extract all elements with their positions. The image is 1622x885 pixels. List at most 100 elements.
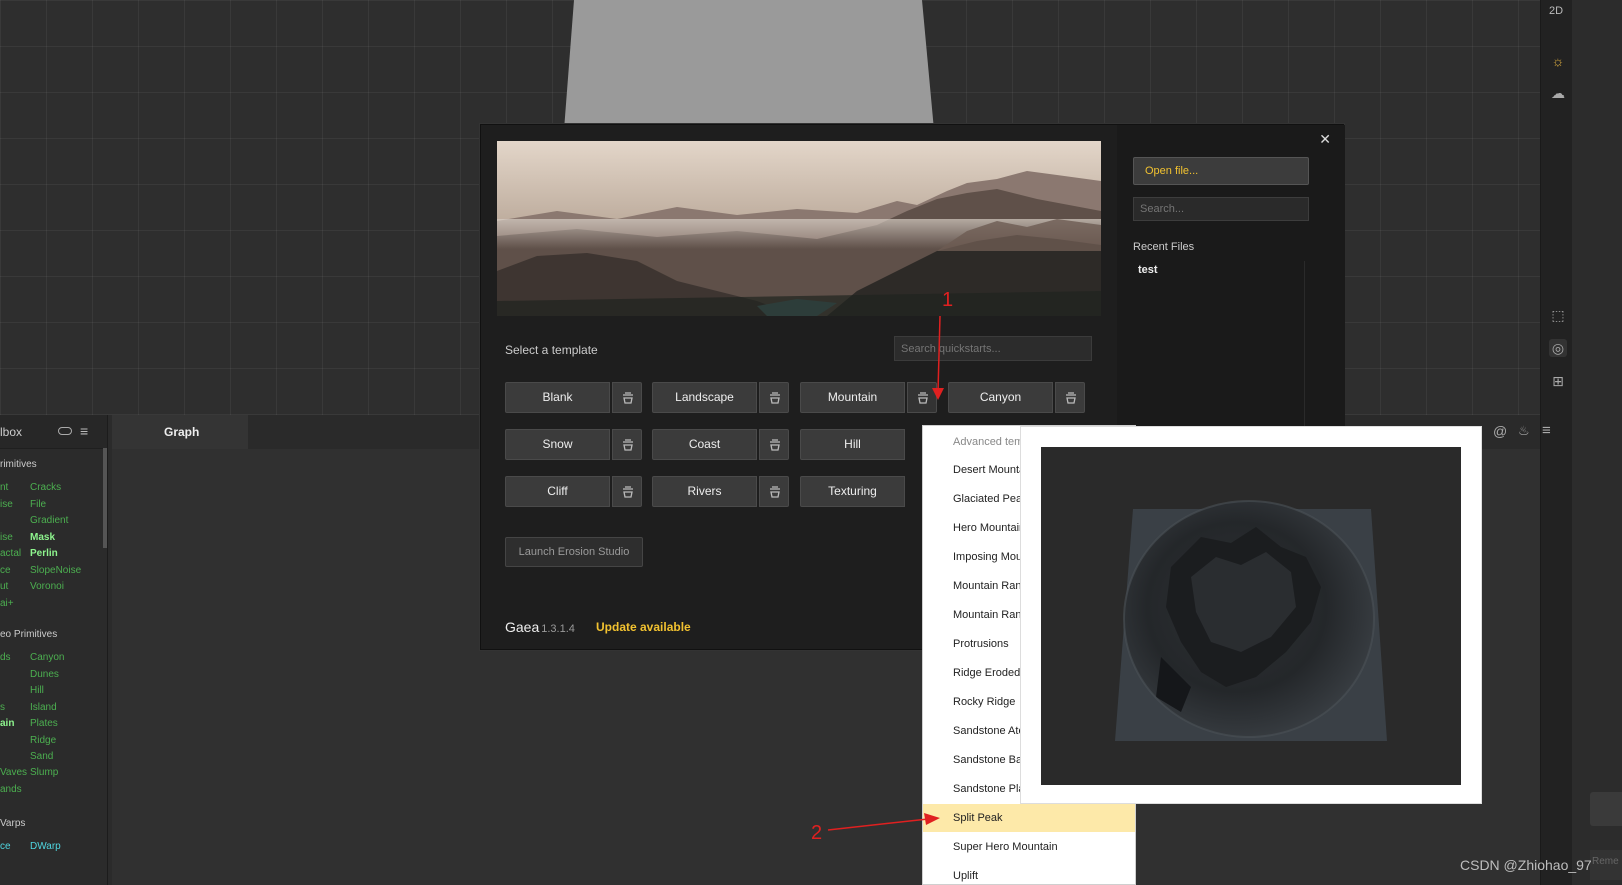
node-item[interactable]: ise [0, 499, 13, 510]
template-landscape-button[interactable]: Landscape [652, 382, 757, 413]
node-file[interactable]: File [30, 499, 46, 510]
template-variants-button[interactable] [907, 382, 937, 413]
template-preview-image [1041, 447, 1461, 785]
template-rivers: Rivers [652, 476, 789, 507]
file-search-input[interactable] [1133, 197, 1309, 221]
recent-file-item[interactable]: test [1138, 264, 1158, 276]
node-item[interactable]: actal [0, 548, 21, 559]
node-item[interactable]: Vaves [0, 767, 27, 778]
template-cliff-button[interactable]: Cliff [505, 476, 610, 507]
node-plates[interactable]: Plates [30, 718, 58, 729]
node-hill[interactable]: Hill [30, 685, 44, 696]
viewport-side-toolbar: 2D ☼ ☁ ⬚ ◎ ⊞ [1540, 0, 1572, 885]
template-canyon: Canyon [948, 382, 1085, 413]
launch-erosion-studio-button[interactable]: Launch Erosion Studio [505, 537, 643, 567]
close-icon[interactable]: ✕ [1319, 131, 1331, 148]
node-canyon[interactable]: Canyon [30, 652, 64, 663]
node-gradient[interactable]: Gradient [30, 515, 68, 526]
section-geo-primitives: eo Primitives [0, 629, 58, 640]
node-ridge[interactable]: Ridge [30, 735, 56, 746]
grid-view-icon[interactable]: ⊞ [1549, 372, 1567, 390]
quickstart-search-input[interactable] [894, 336, 1092, 361]
recent-files-label: Recent Files [1133, 241, 1195, 253]
node-dwarp[interactable]: DWarp [30, 841, 61, 852]
template-variants-button[interactable] [759, 476, 789, 507]
template-rivers-button[interactable]: Rivers [652, 476, 757, 507]
tab-graph[interactable]: Graph [112, 415, 248, 449]
node-voronoi[interactable]: Voronoi [30, 581, 64, 592]
toolbox-title: lbox [0, 425, 23, 439]
update-available-link[interactable]: Update available [596, 620, 691, 634]
node-item[interactable]: ce [0, 565, 11, 576]
stack-icon [770, 486, 780, 498]
panel-stub[interactable] [1590, 792, 1622, 826]
template-mountain: Mountain [800, 382, 937, 413]
template-canyon-button[interactable]: Canyon [948, 382, 1053, 413]
node-item[interactable]: s [0, 702, 5, 713]
template-snow-button[interactable]: Snow [505, 429, 610, 460]
template-mountain-button[interactable]: Mountain [800, 382, 905, 413]
app-version: 1.3.1.4 [541, 623, 575, 635]
cloud-icon[interactable]: ☁ [1549, 84, 1567, 102]
terrain-render-image [1115, 500, 1387, 741]
flame-icon[interactable]: ♨ [1518, 423, 1530, 439]
toolbox-panel: lbox ≡ rimitives eo Primitives Varps nt … [0, 415, 108, 885]
node-sand[interactable]: Sand [30, 751, 53, 762]
node-item[interactable]: nt [0, 482, 8, 493]
node-item[interactable]: ise [0, 532, 13, 543]
at-icon[interactable]: @ [1493, 423, 1507, 439]
template-blank: Blank [505, 382, 642, 413]
toolbox-header: lbox ≡ [0, 415, 107, 449]
watermark-text: CSDN @Zhiohao_97 [1460, 857, 1592, 873]
menu-icon[interactable]: ≡ [1542, 422, 1551, 439]
template-preview-tooltip [1020, 426, 1482, 804]
hero-image [497, 141, 1101, 316]
node-item[interactable]: ce [0, 841, 11, 852]
compass-icon[interactable]: ◎ [1549, 339, 1567, 357]
menu-item[interactable]: Uplift [923, 862, 1135, 884]
template-coast-button[interactable]: Coast [652, 429, 757, 460]
template-variants-button[interactable] [759, 382, 789, 413]
node-item[interactable]: ds [0, 652, 11, 663]
app-name: Gaea [505, 619, 540, 635]
open-file-button[interactable]: Open file... [1133, 157, 1309, 185]
stack-icon [770, 392, 780, 404]
template-hill: Hill [800, 429, 937, 460]
stack-icon [918, 392, 928, 404]
node-slopenoise[interactable]: SlopeNoise [30, 565, 81, 576]
node-slump[interactable]: Slump [30, 767, 58, 778]
node-dunes[interactable]: Dunes [30, 669, 59, 680]
node-perlin[interactable]: Perlin [30, 548, 58, 559]
node-mask[interactable]: Mask [30, 532, 55, 543]
node-cracks[interactable]: Cracks [30, 482, 61, 493]
template-variants-button[interactable] [1055, 382, 1085, 413]
template-variants-button[interactable] [759, 429, 789, 460]
menu-item-selected[interactable]: Split Peak [923, 804, 1135, 832]
terrain-preview-block [564, 0, 934, 130]
template-variants-button[interactable] [612, 476, 642, 507]
node-item[interactable]: ai+ [0, 598, 14, 609]
template-variants-button[interactable] [612, 382, 642, 413]
menu-icon[interactable]: ≡ [80, 423, 88, 439]
annotation-2-label: 2 [811, 822, 823, 844]
template-variants-button[interactable] [612, 429, 642, 460]
frame-icon[interactable]: ⬚ [1549, 306, 1567, 324]
toolbox-scrollbar[interactable] [103, 448, 107, 548]
stack-icon [623, 486, 633, 498]
remove-button[interactable]: Reme [1590, 850, 1622, 880]
template-blank-button[interactable]: Blank [505, 382, 610, 413]
node-item[interactable]: ain [0, 718, 14, 729]
sun-icon[interactable]: ☼ [1549, 52, 1567, 70]
template-texturing-button[interactable]: Texturing [800, 476, 905, 507]
section-warps: Varps [0, 818, 26, 829]
node-item[interactable]: ands [0, 784, 22, 795]
node-island[interactable]: Island [30, 702, 57, 713]
template-hill-button[interactable]: Hill [800, 429, 905, 460]
menu-item[interactable]: Super Hero Mountain [923, 833, 1135, 861]
menu-header: Advanced temp [953, 436, 1030, 448]
template-snow: Snow [505, 429, 642, 460]
node-item[interactable]: ut [0, 581, 8, 592]
toggle-icon[interactable] [58, 427, 72, 435]
2d-toggle[interactable]: 2D [1549, 5, 1563, 17]
template-coast: Coast [652, 429, 789, 460]
